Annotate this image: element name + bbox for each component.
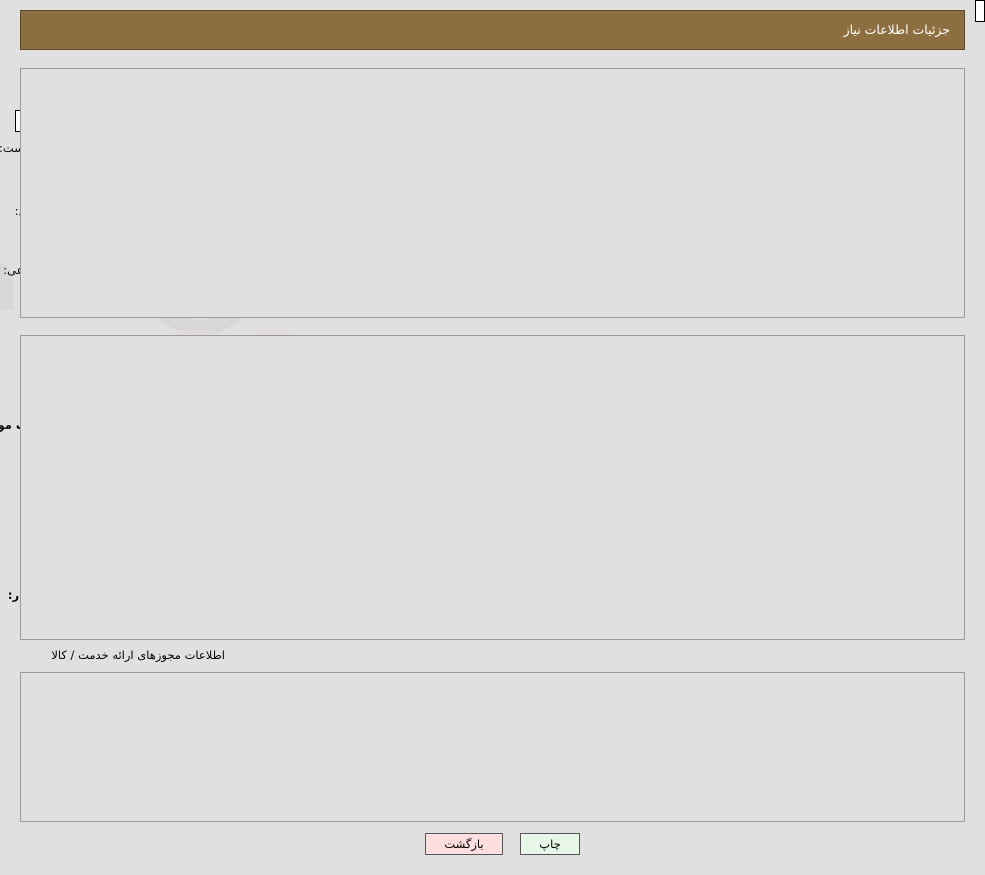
footer-spacer <box>0 866 985 875</box>
back-button[interactable]: بازگشت <box>425 833 503 855</box>
permits-caption: اطلاعات مجوزهای ارائه خدمت / کالا <box>51 648 225 662</box>
print-button[interactable]: چاپ <box>520 833 580 855</box>
page-root: AriaTender .net جزئیات اطلاعات نیاز شمار… <box>0 0 985 875</box>
permits-panel <box>20 672 965 822</box>
need-summary-panel <box>20 68 965 318</box>
page-title: جزئیات اطلاعات نیاز <box>20 10 965 50</box>
service-details-panel <box>20 335 965 640</box>
